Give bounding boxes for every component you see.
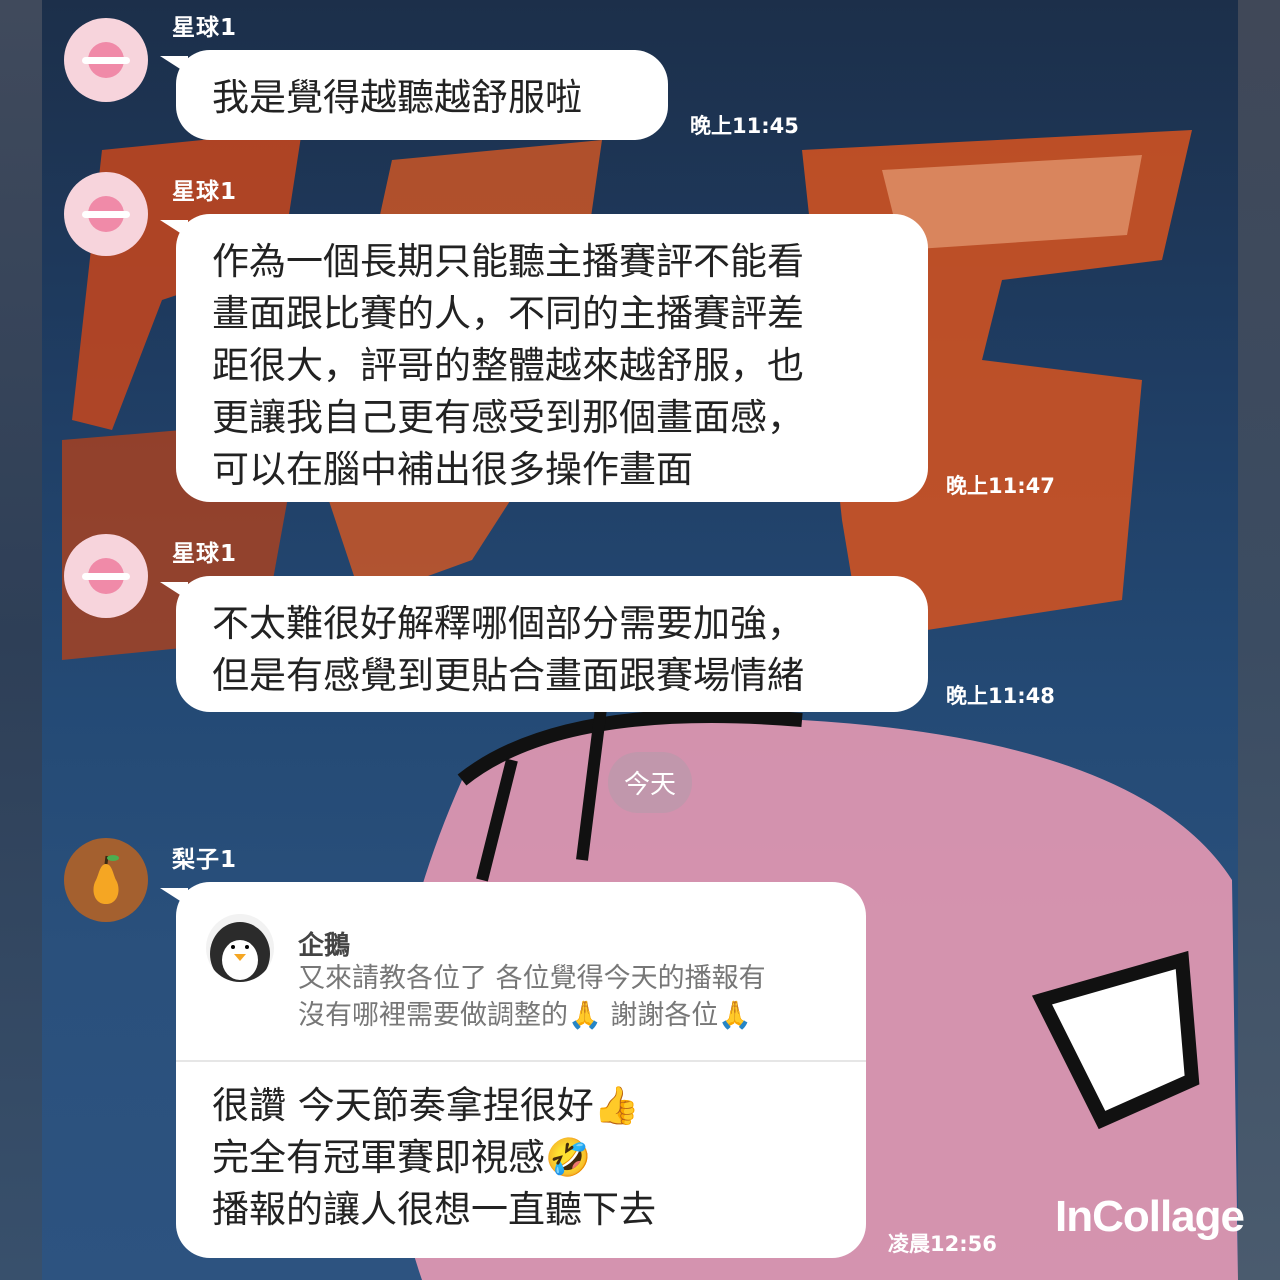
message-line: 畫面跟比賽的人，不同的主播賽評差 (212, 292, 804, 335)
planet-avatar-1[interactable] (64, 18, 148, 102)
reply-line: 完全有冠軍賽即視感🤣 (212, 1136, 592, 1179)
message-line: 可以在腦中補出很多操作畫面 (212, 448, 693, 491)
message-line: 距很大，評哥的整體越來越舒服，也 (212, 344, 804, 387)
penguin-icon (210, 922, 270, 982)
planet-icon (82, 558, 130, 594)
message-bubble[interactable]: 我是覺得越聽越舒服啦 (160, 50, 668, 140)
planet-icon (82, 196, 130, 232)
message-text: 我是覺得越聽越舒服啦 (212, 76, 582, 119)
sender-name: 星球1 (172, 15, 238, 41)
incollage-watermark: InCollage (1054, 1192, 1245, 1241)
penguin-avatar (206, 914, 274, 982)
quoted-line: 又來請教各位了 各位覺得今天的播報有 (298, 963, 766, 994)
bubble-tail (160, 582, 188, 600)
message-line: 作為一個長期只能聽主播賽評不能看 (212, 240, 804, 283)
sender-name: 星球1 (172, 179, 238, 205)
message-line: 不太難很好解釋哪個部分需要加強， (212, 602, 804, 645)
left-border (0, 0, 42, 1280)
right-border (1238, 0, 1280, 1280)
quoted-message[interactable]: 企鵝 又來請教各位了 各位覺得今天的播報有 沒有哪裡需要做調整的🙏 謝謝各位🙏 (176, 882, 866, 1062)
reply-line: 播報的讓人很想一直聽下去 (212, 1188, 656, 1231)
message-time: 晚上11:47 (946, 474, 1055, 498)
message-time: 凌晨12:56 (888, 1232, 997, 1256)
quoted-line: 沒有哪裡需要做調整的🙏 謝謝各位🙏 (298, 1000, 752, 1031)
pear-icon (93, 855, 119, 904)
quoted-text: 又來請教各位了 各位覺得今天的播報有 沒有哪裡需要做調整的🙏 謝謝各位🙏 (298, 960, 858, 1034)
planet-avatar-2[interactable] (64, 172, 148, 256)
message-bubble[interactable]: 不太難很好解釋哪個部分需要加強， 但是有感覺到更貼合畫面跟賽場情緒 (160, 576, 928, 712)
planet-icon (82, 42, 130, 78)
message-bubble[interactable]: 作為一個長期只能聽主播賽評不能看 畫面跟比賽的人，不同的主播賽評差 距很大，評哥… (160, 214, 928, 502)
message-time: 晚上11:48 (946, 684, 1055, 708)
message-line: 但是有感覺到更貼合畫面跟賽場情緒 (212, 654, 804, 697)
reply-text: 很讚 今天節奏拿捏很好👍 完全有冠軍賽即視感🤣 播報的讓人很想一直聽下去 (212, 1080, 656, 1236)
sender-name: 星球1 (172, 541, 238, 567)
chat-screenshot: 星球1 我是覺得越聽越舒服啦 晚上11:45 星球1 作為一個長期只能聽主播賽評… (0, 0, 1280, 1280)
pear-avatar[interactable] (64, 838, 148, 922)
planet-avatar-3[interactable] (64, 534, 148, 618)
message-time: 晚上11:45 (690, 114, 799, 138)
reply-line: 很讚 今天節奏拿捏很好👍 (212, 1084, 640, 1127)
date-divider: 今天 (608, 752, 693, 813)
message-line: 更讓我自己更有感受到那個畫面感， (212, 396, 804, 439)
reply-bubble[interactable]: 企鵝 又來請教各位了 各位覺得今天的播報有 沒有哪裡需要做調整的🙏 謝謝各位🙏 … (160, 882, 866, 1258)
bubble-tail (160, 56, 188, 74)
bubble-tail (160, 220, 188, 238)
sender-name: 梨子1 (172, 847, 238, 873)
